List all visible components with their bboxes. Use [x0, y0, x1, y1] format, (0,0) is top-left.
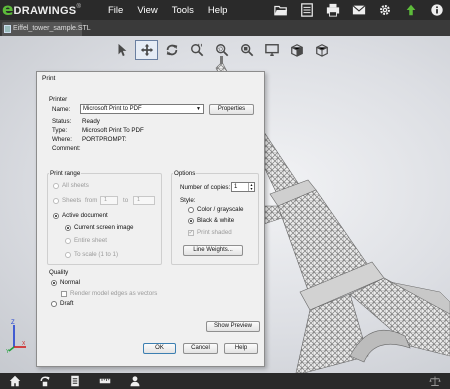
style-label: Style:: [180, 197, 196, 204]
render-edges-label: Render model edges as vectors: [70, 290, 158, 297]
gear-icon[interactable]: [372, 0, 398, 20]
from-label: from: [85, 197, 98, 204]
printer-name-label: Name:: [52, 106, 71, 113]
measure-icon[interactable]: [90, 373, 120, 389]
menu-view[interactable]: View: [137, 5, 157, 16]
tab-label: Eiffel_tower_sample.STL: [13, 25, 91, 32]
menu-bar: e DRAWINGS ® File View Tools Help: [0, 0, 450, 20]
sheets-label: Sheets: [62, 197, 82, 204]
options-title: Options: [173, 170, 197, 177]
color-grayscale-label: Color / grayscale: [197, 206, 244, 213]
document-icon[interactable]: [60, 373, 90, 389]
cancel-button[interactable]: Cancel: [183, 343, 218, 354]
all-sheets-radio[interactable]: [53, 183, 59, 189]
sheets-radio[interactable]: [53, 198, 59, 204]
home-icon[interactable]: [0, 373, 30, 389]
entire-sheet-label: Entire sheet: [74, 237, 108, 244]
status-value: Ready: [82, 118, 100, 125]
print-shaded-label: Print shaded: [197, 229, 232, 236]
from-value: 1: [104, 197, 108, 203]
info-icon[interactable]: [424, 0, 450, 20]
active-document-radio[interactable]: [53, 213, 59, 219]
show-preview-button[interactable]: Show Preview: [206, 321, 260, 332]
to-label: to: [123, 197, 129, 204]
stl-file-icon: [4, 25, 11, 33]
comment-label: Comment:: [52, 145, 81, 152]
edrawings-app: e DRAWINGS ® File View Tools Help Eiffel…: [0, 0, 450, 389]
stepper-arrows-icon[interactable]: ▲ ▼: [248, 183, 254, 191]
edrawings-logo: e DRAWINGS ®: [0, 0, 108, 20]
print-shaded-checkbox[interactable]: [188, 229, 194, 236]
rotate-icon[interactable]: [160, 40, 183, 60]
normal-quality-radio[interactable]: [51, 280, 57, 286]
menu-tools[interactable]: Tools: [172, 5, 194, 16]
current-screen-label: Current screen image: [74, 224, 134, 231]
all-sheets-label: All sheets: [62, 182, 89, 189]
copies-stepper[interactable]: 1 ▲ ▼: [231, 182, 255, 192]
tab-eiffel-tower[interactable]: Eiffel_tower_sample.STL: [2, 22, 91, 36]
active-document-label: Active document: [62, 212, 108, 219]
mail-icon[interactable]: [346, 0, 372, 20]
normal-quality-label: Normal: [60, 279, 80, 286]
black-white-radio[interactable]: [188, 218, 194, 224]
print-dialog: Print Printer Name: Microsoft Print to P…: [36, 71, 265, 367]
folder-open-icon[interactable]: [268, 0, 294, 20]
document-icon[interactable]: [294, 0, 320, 20]
top-toolbar: [268, 0, 450, 20]
to-field[interactable]: 1: [133, 196, 155, 205]
logo-registered: ®: [76, 4, 81, 10]
logo-text: DRAWINGS: [13, 5, 77, 17]
chevron-down-icon: ▼: [196, 106, 201, 112]
properties-button[interactable]: Properties: [209, 104, 254, 115]
to-scale-label: To scale (1 to 1): [74, 251, 119, 258]
black-white-label: Black & white: [197, 217, 235, 224]
from-field[interactable]: 1: [100, 196, 118, 205]
status-label: Status:: [52, 118, 72, 125]
pan-icon[interactable]: [135, 40, 158, 60]
document-tab-bar: Eiffel_tower_sample.STL: [0, 20, 450, 36]
color-grayscale-radio[interactable]: [188, 207, 194, 213]
type-value: Microsoft Print To PDF: [82, 127, 144, 134]
print-range-title: Print range: [49, 170, 82, 177]
entire-sheet-radio[interactable]: [65, 238, 71, 244]
line-weights-button[interactable]: Line Weights...: [183, 245, 243, 256]
copies-label: Number of copies:: [180, 184, 231, 191]
to-scale-radio[interactable]: [65, 252, 71, 258]
where-value: PORTPROMPT:: [82, 136, 127, 143]
bottom-toolbar: [0, 373, 450, 389]
copies-value: 1: [234, 184, 238, 190]
printer-name-value: Microsoft Print to PDF: [83, 106, 142, 112]
refresh-icon[interactable]: [30, 373, 60, 389]
axis-label-x: X: [22, 341, 26, 347]
menu-file[interactable]: File: [108, 5, 123, 16]
draft-quality-label: Draft: [60, 300, 74, 307]
scale-icon[interactable]: [420, 373, 450, 389]
select-arrow-icon[interactable]: [110, 40, 133, 60]
render-edges-checkbox[interactable]: [61, 291, 67, 297]
upload-icon[interactable]: [398, 0, 424, 20]
axis-triad: Z X Y: [6, 320, 26, 353]
logo-e: e: [2, 0, 14, 20]
axis-label-z: Z: [11, 320, 15, 326]
dialog-title: Print: [42, 75, 56, 82]
where-label: Where:: [52, 136, 72, 143]
ok-button[interactable]: OK: [143, 343, 176, 354]
printer-group-title: Printer: [49, 96, 68, 103]
to-value: 1: [137, 197, 141, 203]
user-icon[interactable]: [120, 373, 150, 389]
print-icon[interactable]: [320, 0, 346, 20]
help-button[interactable]: Help: [224, 343, 258, 354]
printer-name-select[interactable]: Microsoft Print to PDF ▼: [80, 104, 204, 114]
draft-quality-radio[interactable]: [51, 301, 57, 307]
type-label: Type:: [52, 127, 68, 134]
quality-title: Quality: [49, 269, 69, 276]
menu-help[interactable]: Help: [208, 5, 228, 16]
current-screen-radio[interactable]: [65, 225, 71, 231]
